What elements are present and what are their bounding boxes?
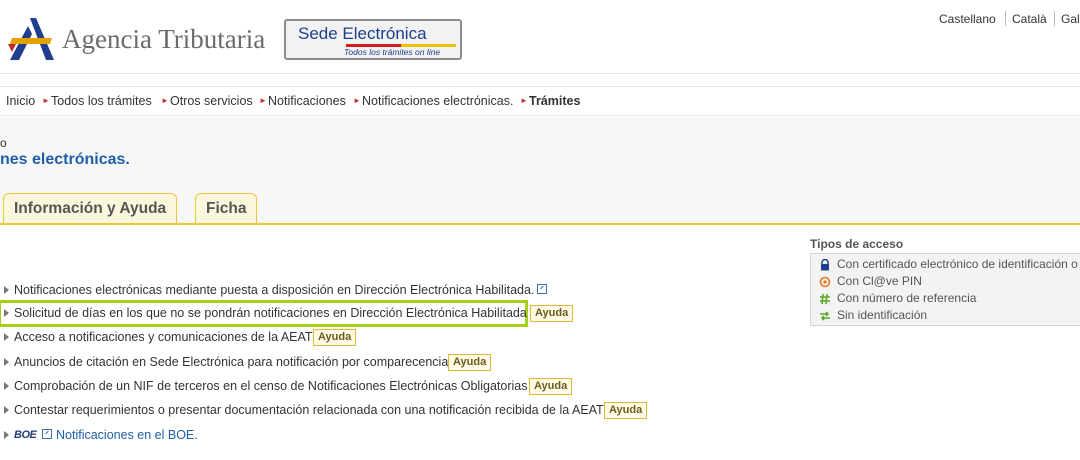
item-link[interactable]: Contestar requerimientos o presentar doc… xyxy=(14,403,604,417)
agency-name[interactable]: Agencia Tributaria xyxy=(62,24,265,55)
breadcrumb: Inicio ► Todos los trámites ► Otros serv… xyxy=(0,86,1080,116)
access-types-title: Tipos de acceso xyxy=(810,237,904,251)
access-type-label: Con certificado electrónico de identific… xyxy=(837,257,1078,271)
lang-catala[interactable]: Català xyxy=(1012,12,1047,26)
bullet-arrow-icon xyxy=(4,406,9,414)
breadcrumb-notificaciones[interactable]: Notificaciones xyxy=(268,94,346,108)
breadcrumb-arrow-icon: ► xyxy=(353,96,361,105)
boe-logo: BOE xyxy=(14,429,37,441)
lang-galego[interactable]: Gal xyxy=(1061,12,1080,26)
bullet-arrow-icon xyxy=(4,358,9,366)
item-link[interactable]: Notificaciones en el BOE. xyxy=(56,428,198,442)
breadcrumb-arrow-icon: ► xyxy=(520,96,528,105)
item-link[interactable]: Anuncios de citación en Sede Electrónica… xyxy=(14,355,448,369)
tab-underline xyxy=(0,223,1080,225)
sede-title: Sede Electrónica xyxy=(298,24,427,43)
access-types-box: Con certificado electrónico de identific… xyxy=(810,253,1080,326)
lock-icon xyxy=(821,259,829,271)
ayuda-button[interactable]: Ayuda xyxy=(604,402,648,419)
breadcrumb-otros-servicios[interactable]: Otros servicios xyxy=(170,94,253,108)
breadcrumb-inicio[interactable]: Inicio xyxy=(6,94,35,108)
page-supertitle: o xyxy=(0,136,7,150)
access-type-label: Sin identificación xyxy=(837,308,928,322)
breadcrumb-notificaciones-electronicas[interactable]: Notificaciones electrónicas. xyxy=(362,94,513,108)
ayuda-button[interactable]: Ayuda xyxy=(529,378,573,395)
arrows-icon xyxy=(820,311,830,321)
item-link[interactable]: Notificaciones electrónicas mediante pue… xyxy=(14,283,534,297)
site-header: Agencia Tributaria Sede Electrónica Todo… xyxy=(0,0,1080,74)
breadcrumb-current: Trámites xyxy=(529,94,581,108)
tab-ficha[interactable]: Ficha xyxy=(195,193,258,224)
list-item[interactable]: Acceso a notificaciones y comunicaciones… xyxy=(0,328,370,348)
item-link[interactable]: Comprobación de un NIF de terceros en el… xyxy=(14,379,527,393)
external-link-icon[interactable] xyxy=(42,429,52,439)
page-title: nes electrónicas. xyxy=(0,151,130,168)
breadcrumb-todos-tramites[interactable]: Todos los trámites xyxy=(51,94,152,108)
ayuda-button[interactable]: Ayuda xyxy=(530,305,574,322)
tab-informacion-ayuda[interactable]: Información y Ayuda xyxy=(3,193,178,224)
sede-electronica-logo[interactable]: Sede Electrónica Todos los trámites on l… xyxy=(284,19,462,60)
item-link[interactable]: Solicitud de días en los que no se pondr… xyxy=(14,306,527,320)
lang-divider xyxy=(1054,11,1055,26)
external-link-icon[interactable] xyxy=(537,284,547,294)
list-item[interactable]: Contestar requerimientos o presentar doc… xyxy=(0,401,660,421)
list-item[interactable]: Notificaciones electrónicas mediante pue… xyxy=(0,281,560,301)
bullet-arrow-icon xyxy=(4,333,9,341)
ayuda-button[interactable]: Ayuda xyxy=(448,354,492,371)
breadcrumb-arrow-icon: ► xyxy=(259,96,267,105)
access-type-label: Con Cl@ve PIN xyxy=(837,274,922,288)
lang-divider xyxy=(1005,11,1006,26)
item-link[interactable]: Acceso a notificaciones y comunicaciones… xyxy=(14,330,313,344)
bullet-arrow-icon xyxy=(4,431,9,439)
list-item[interactable]: Comprobación de un NIF de terceros en el… xyxy=(0,377,580,397)
breadcrumb-arrow-icon: ► xyxy=(161,96,169,105)
lang-castellano[interactable]: Castellano xyxy=(939,12,996,26)
list-item[interactable]: Anuncios de citación en Sede Electrónica… xyxy=(0,353,500,373)
list-item[interactable]: Solicitud de días en los que no se pondr… xyxy=(0,304,580,324)
bullet-arrow-icon xyxy=(4,309,9,317)
list-item[interactable]: BOE Notificaciones en el BOE. xyxy=(0,426,200,446)
bullet-arrow-icon xyxy=(4,382,9,390)
sede-subtitle: Todos los trámites on line xyxy=(344,47,441,57)
clave-icon xyxy=(819,276,831,288)
agencia-tributaria-logo-icon[interactable] xyxy=(6,16,58,62)
breadcrumb-arrow-icon: ► xyxy=(42,96,50,105)
bullet-arrow-icon xyxy=(4,286,9,294)
hash-icon xyxy=(820,293,830,305)
ayuda-button[interactable]: Ayuda xyxy=(313,329,357,346)
access-type-label: Con número de referencia xyxy=(837,291,977,305)
